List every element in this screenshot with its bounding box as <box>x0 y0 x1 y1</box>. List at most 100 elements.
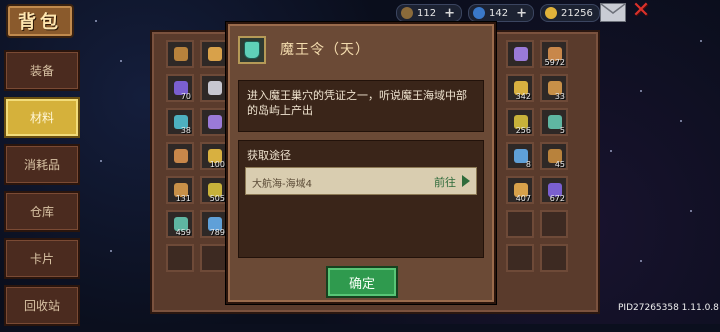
item-count: 5 <box>559 126 565 135</box>
inventory-slot[interactable]: 256 <box>506 108 534 136</box>
material-item-icon <box>208 115 222 129</box>
inventory-slot[interactable] <box>506 40 534 68</box>
mail-icon[interactable] <box>600 3 626 22</box>
demon-king-token-icon <box>238 36 266 64</box>
sidebar-item-label: 回收站 <box>23 299 60 313</box>
inventory-slot[interactable] <box>200 108 228 136</box>
dialog-header: 魔王令（天） <box>236 32 486 68</box>
material-item-icon <box>514 47 528 61</box>
obtain-title: 获取途径 <box>247 149 291 162</box>
inventory-slot[interactable]: 5 <box>540 108 568 136</box>
item-count: 407 <box>515 194 531 203</box>
material-item-icon <box>174 47 188 61</box>
go-to-button[interactable]: 前往 <box>434 174 456 190</box>
empty-slot[interactable] <box>540 244 568 272</box>
inventory-slot[interactable]: 5972 <box>540 40 568 68</box>
material-item-icon <box>208 47 222 61</box>
inventory-slot[interactable]: 131 <box>166 176 194 204</box>
material-item-icon <box>208 81 222 95</box>
inventory-slot[interactable]: 70 <box>166 74 194 102</box>
inventory-slot[interactable]: 672 <box>540 176 568 204</box>
inventory-slot[interactable]: 100 <box>200 142 228 170</box>
star <box>95 20 97 22</box>
inventory-slot[interactable] <box>166 40 194 68</box>
material-item-icon <box>174 149 188 163</box>
route-name: 大航海-海域4 <box>252 179 312 190</box>
sidebar: 装备 材料 消耗品 仓库 卡片 回收站 <box>0 50 82 332</box>
item-detail-dialog: 魔王令（天） 进入魔王巢穴的凭证之一，听说魔王海域中部的岛屿上产出 获取途径 大… <box>226 22 496 304</box>
coin-icon <box>545 7 557 19</box>
item-count: 70 <box>180 92 191 101</box>
empty-slot[interactable] <box>200 244 228 272</box>
item-count: 342 <box>515 92 531 101</box>
item-count: 789 <box>209 228 225 237</box>
obtain-section: 获取途径 大航海-海域4 前往 <box>238 140 484 258</box>
item-count: 45 <box>554 160 565 169</box>
obtain-route-row[interactable]: 大航海-海域4 前往 <box>245 167 477 195</box>
empty-slot[interactable] <box>506 210 534 238</box>
item-count: 38 <box>180 126 191 135</box>
sidebar-item-materials[interactable]: 材料 <box>4 97 80 138</box>
item-count: 131 <box>175 194 191 203</box>
resource-fish: 142 + <box>468 4 534 22</box>
star <box>120 60 122 62</box>
scroll-icon <box>401 7 413 19</box>
item-title: 魔王令（天） <box>280 42 370 58</box>
item-count: 8 <box>525 160 531 169</box>
inventory-slot[interactable]: 8 <box>506 142 534 170</box>
resource-scroll: 112 + <box>396 4 462 22</box>
add-scroll-button[interactable]: + <box>444 6 455 21</box>
star <box>690 210 692 212</box>
add-fish-button[interactable]: + <box>516 6 527 21</box>
sidebar-item-label: 消耗品 <box>23 158 60 172</box>
star <box>640 260 642 262</box>
item-description: 进入魔王巢穴的凭证之一，听说魔王海域中部的岛屿上产出 <box>238 80 484 132</box>
close-icon[interactable]: ✕ <box>630 0 652 22</box>
empty-slot[interactable] <box>166 244 194 272</box>
sidebar-item-label: 仓库 <box>29 205 54 219</box>
resource-bar: 112 + 142 + 21256 <box>396 4 600 22</box>
item-count: 33 <box>554 92 565 101</box>
item-count: 505 <box>209 194 225 203</box>
build-id: PID27265358 1.11.0.8 <box>618 303 719 313</box>
resource-coin-value: 21256 <box>561 7 593 19</box>
resource-scroll-value: 112 <box>417 7 437 19</box>
item-count: 459 <box>175 228 191 237</box>
item-count: 672 <box>549 194 565 203</box>
inventory-slot[interactable]: 38 <box>166 108 194 136</box>
inventory-slot[interactable] <box>200 40 228 68</box>
resource-fish-value: 142 <box>489 7 509 19</box>
star <box>700 40 702 42</box>
inventory-slot[interactable]: 505 <box>200 176 228 204</box>
empty-slot[interactable] <box>506 244 534 272</box>
sidebar-item-consumables[interactable]: 消耗品 <box>4 144 80 185</box>
inventory-slot[interactable]: 459 <box>166 210 194 238</box>
star <box>680 120 682 122</box>
inventory-slot[interactable] <box>166 142 194 170</box>
sidebar-item-cards[interactable]: 卡片 <box>4 238 80 279</box>
sidebar-item-equipment[interactable]: 装备 <box>4 50 80 91</box>
inventory-slot[interactable]: 45 <box>540 142 568 170</box>
inventory-slot[interactable]: 789 <box>200 210 228 238</box>
sidebar-item-recycle-bin[interactable]: 回收站 <box>4 285 80 326</box>
sidebar-item-label: 装备 <box>29 64 54 78</box>
envelope-icon <box>600 3 626 14</box>
resource-coin: 21256 <box>540 4 600 22</box>
empty-slot[interactable] <box>540 210 568 238</box>
item-count: 5972 <box>544 58 565 67</box>
inventory-slot[interactable] <box>200 74 228 102</box>
confirm-button[interactable]: 确定 <box>326 266 398 298</box>
inventory-slot[interactable]: 407 <box>506 176 534 204</box>
bag-title-tab: 背包 <box>6 4 74 38</box>
inventory-slot[interactable]: 342 <box>506 74 534 102</box>
bag-title: 背包 <box>18 12 62 33</box>
star <box>610 150 612 152</box>
fish-icon <box>473 7 485 19</box>
play-arrow-icon[interactable] <box>462 175 470 187</box>
item-count: 100 <box>209 160 225 169</box>
inventory-slot[interactable]: 33 <box>540 74 568 102</box>
sidebar-item-warehouse[interactable]: 仓库 <box>4 191 80 232</box>
sidebar-item-label: 材料 <box>29 111 54 125</box>
sidebar-item-label: 卡片 <box>29 252 54 266</box>
item-count: 256 <box>515 126 531 135</box>
